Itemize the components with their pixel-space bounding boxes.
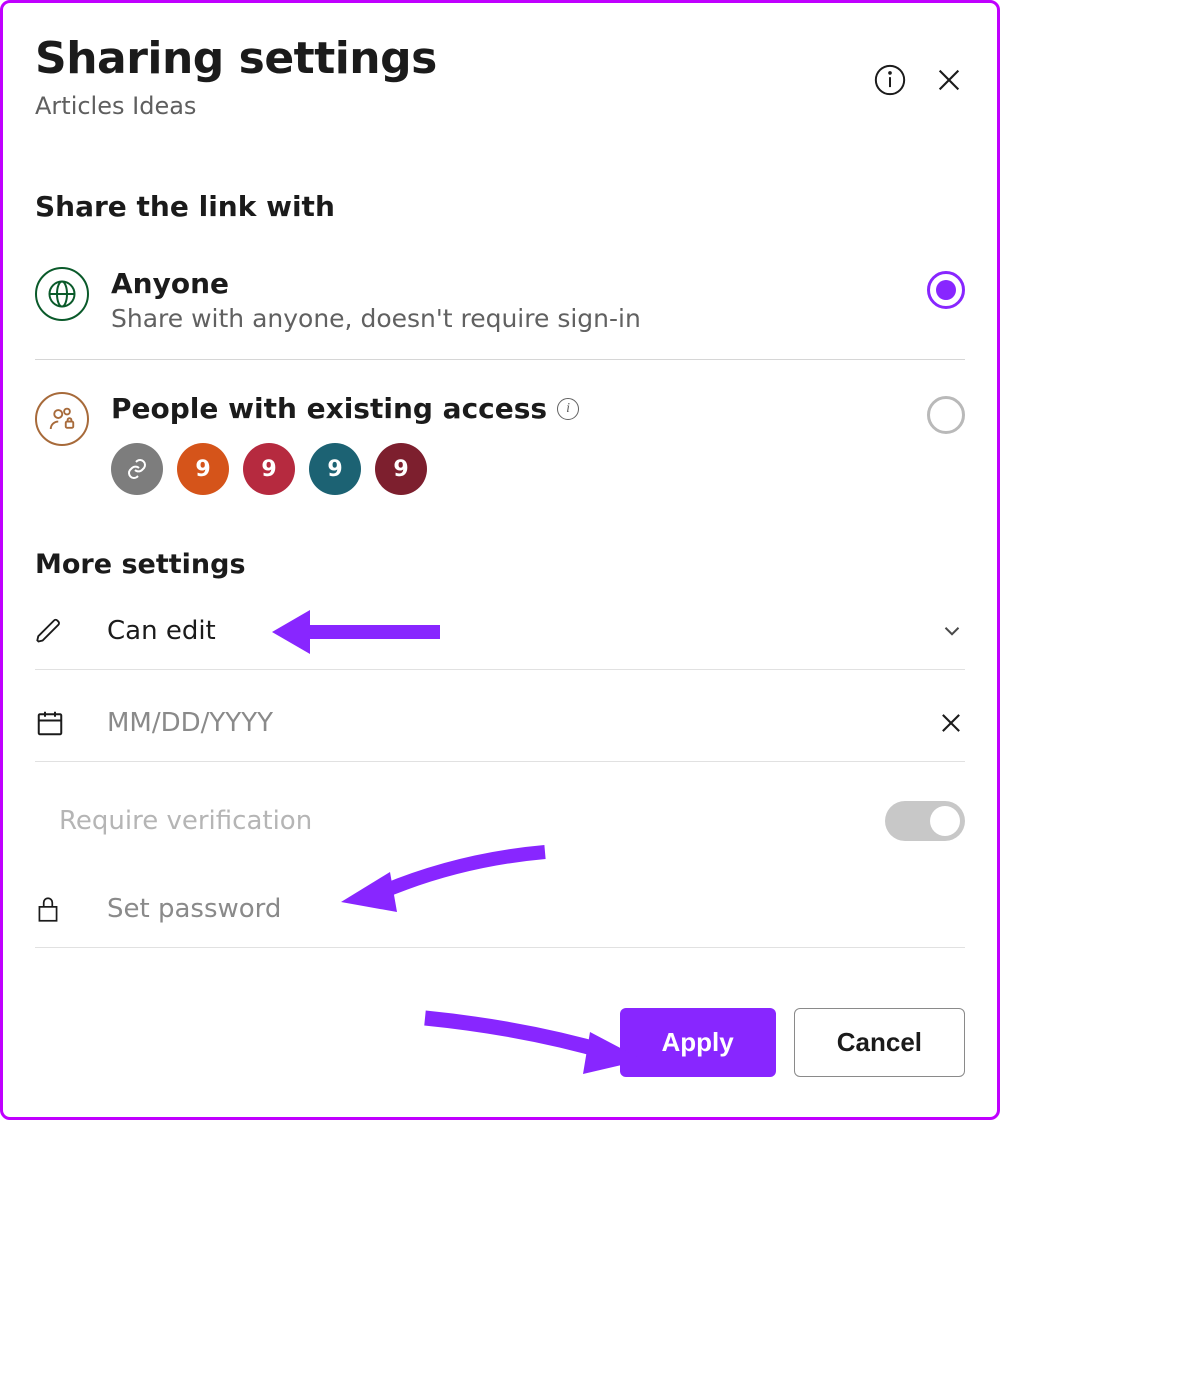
globe-icon (35, 267, 89, 321)
apply-button[interactable]: Apply (620, 1008, 776, 1077)
more-settings-label: More settings (35, 549, 965, 580)
cancel-button[interactable]: Cancel (794, 1008, 965, 1077)
verify-toggle[interactable] (885, 801, 965, 841)
divider (35, 359, 965, 360)
option-anyone-subtitle: Share with anyone, doesn't require sign-… (111, 304, 965, 333)
people-lock-icon (35, 392, 89, 446)
avatar-4[interactable]: 9 (375, 443, 427, 495)
require-verification-row: Require verification (35, 782, 965, 860)
radio-anyone[interactable] (927, 271, 965, 309)
expiration-date-input[interactable]: MM/DD/YYYY (35, 684, 965, 762)
avatar-1[interactable]: 9 (177, 443, 229, 495)
option-existing-title: People with existing access (111, 392, 547, 425)
verify-label: Require verification (59, 806, 885, 836)
existing-access-avatars: 9 9 9 9 (111, 443, 965, 495)
share-option-anyone[interactable]: Anyone Share with anyone, doesn't requir… (35, 259, 965, 355)
avatar-link-icon[interactable] (111, 443, 163, 495)
clear-date-icon[interactable] (937, 709, 965, 737)
dialog-subtitle: Articles Ideas (35, 92, 873, 120)
dialog-title: Sharing settings (35, 33, 873, 84)
pencil-icon (35, 617, 71, 645)
close-icon[interactable] (933, 64, 965, 99)
chevron-down-icon (939, 618, 965, 644)
annotation-arrow (415, 998, 645, 1088)
info-small-icon[interactable]: i (557, 398, 579, 420)
info-icon[interactable] (873, 63, 907, 100)
date-placeholder: MM/DD/YYYY (107, 708, 937, 738)
option-anyone-title: Anyone (111, 267, 965, 300)
password-input[interactable]: Set password (35, 870, 965, 948)
lock-icon (35, 894, 71, 924)
password-placeholder: Set password (107, 894, 965, 924)
radio-existing[interactable] (927, 396, 965, 434)
permission-value: Can edit (107, 616, 939, 646)
avatar-2[interactable]: 9 (243, 443, 295, 495)
sharing-settings-dialog: Sharing settings Articles Ideas Share th… (0, 0, 1000, 1120)
share-section-label: Share the link with (35, 190, 965, 223)
permission-dropdown[interactable]: Can edit (35, 592, 965, 670)
calendar-icon (35, 708, 71, 738)
share-option-existing[interactable]: People with existing access i 9 9 9 9 (35, 384, 965, 505)
avatar-3[interactable]: 9 (309, 443, 361, 495)
dialog-header: Sharing settings Articles Ideas (35, 33, 965, 120)
dialog-buttons: Apply Cancel (35, 1008, 965, 1077)
